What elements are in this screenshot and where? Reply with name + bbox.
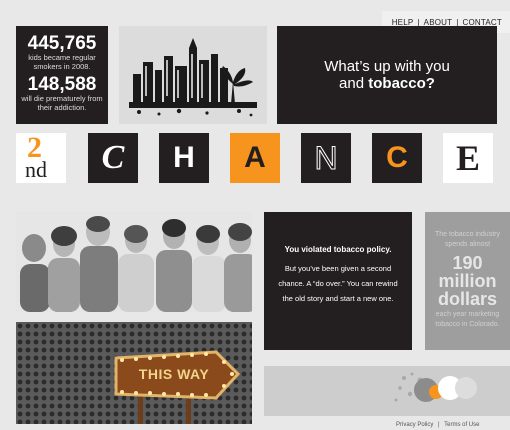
premature-deaths-caption: will die prematurely from their addictio… xyxy=(21,94,103,112)
violation-panel: You violated tobacco policy. But you’ve … xyxy=(264,212,412,350)
violation-body: But you’ve been given a second chance. A… xyxy=(278,264,398,303)
second-tile: 2 nd xyxy=(16,131,66,183)
chance-letter-h: H xyxy=(159,133,209,183)
kids-smokers-caption: kids became regular smokers in 2008. xyxy=(28,53,96,71)
terms-of-use-link[interactable]: Terms of Use xyxy=(444,422,479,428)
chance-letter-c2: C xyxy=(372,133,422,183)
footer-separator: | xyxy=(438,422,440,428)
headline-emphasis: tobacco? xyxy=(368,75,435,92)
industry-pre-text: The tobacco industry spends almost xyxy=(435,231,500,248)
dots-graphic-panel xyxy=(264,366,510,416)
smoker-stats-panel: 445,765 kids became regular smokers in 2… xyxy=(16,26,108,124)
industry-spending-panel: The tobacco industry spends almost 190 m… xyxy=(425,212,510,350)
headline-line2: and tobacco? xyxy=(339,75,435,92)
chance-letter-n: N xyxy=(301,133,351,183)
industry-post-text: each year marketing tobacco in Colorado. xyxy=(435,311,500,328)
city-skyline-image xyxy=(119,26,267,124)
kids-smokers-number: 445,765 xyxy=(27,33,97,54)
industry-amount-million: million xyxy=(438,271,497,291)
chance-letter-e: E xyxy=(443,133,493,183)
privacy-policy-link[interactable]: Privacy Policy xyxy=(396,422,433,428)
industry-amount-dollars: dollars xyxy=(437,289,498,309)
chance-letter-a: A xyxy=(230,133,280,183)
this-way-sign-link[interactable]: THIS WAY xyxy=(16,322,252,424)
violation-heading: You violated tobacco policy. xyxy=(284,245,392,254)
headline-line1: What’s up with you xyxy=(324,58,450,75)
footer-links: Privacy Policy | Terms of Use xyxy=(396,422,479,428)
headline-line2-prefix: and xyxy=(339,75,369,92)
second-suffix: nd xyxy=(25,157,47,182)
premature-deaths-number: 148,588 xyxy=(27,74,97,95)
industry-amount-number: 190 xyxy=(452,253,483,273)
this-way-sign-text: THIS WAY xyxy=(138,366,210,382)
chance-letter-c1: C xyxy=(88,133,138,183)
headline-panel: What’s up with you and tobacco? xyxy=(277,26,497,124)
group-photo xyxy=(16,212,252,312)
